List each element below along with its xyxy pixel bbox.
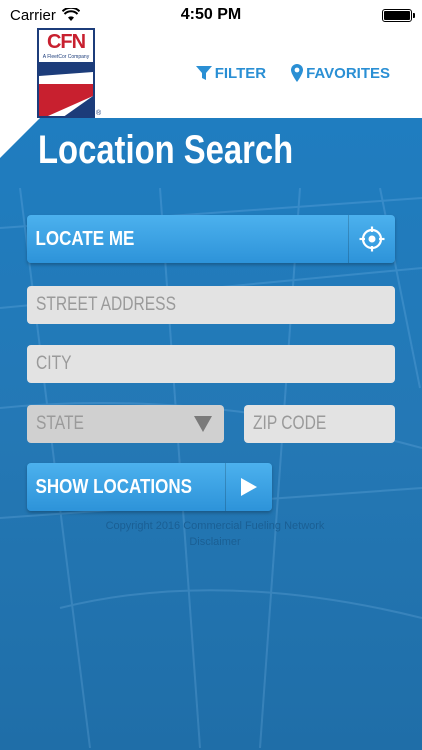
status-bar: Carrier 4:50 PM [0, 0, 422, 30]
state-select[interactable]: STATE [27, 405, 224, 443]
locate-me-button[interactable]: LOCATE ME [27, 215, 395, 263]
copyright-text: Copyright 2016 Commercial Fueling Networ… [105, 520, 325, 532]
carrier-label: Carrier [10, 6, 56, 24]
wifi-icon [61, 8, 80, 21]
header-corner [0, 118, 40, 158]
disclaimer-link[interactable]: Disclaimer [80, 534, 350, 550]
dropdown-arrow-icon [194, 416, 212, 432]
show-locations-label: SHOW LOCATIONS [35, 475, 192, 498]
zip-code-input[interactable]: ZIP CODE [244, 405, 395, 443]
filter-label: FILTER [214, 64, 267, 82]
crosshair-icon [359, 226, 385, 252]
location-pin-icon [291, 64, 304, 82]
filter-icon [195, 66, 212, 80]
filter-button[interactable]: FILTER [195, 63, 266, 83]
state-placeholder: STATE [36, 413, 84, 434]
logo-text: CFN [46, 31, 86, 53]
favorites-button[interactable]: FAVORITES [290, 63, 390, 83]
copyright-footer: Copyright 2016 Commercial Fueling Networ… [80, 518, 350, 550]
cfn-logo[interactable]: CFN A FleetCor Company [37, 28, 95, 118]
play-arrow-icon [241, 478, 257, 496]
header: CFN A FleetCor Company ® FILTER FAVORITE… [0, 28, 422, 118]
show-locations-button[interactable]: SHOW LOCATIONS [27, 463, 272, 511]
locate-icon-wrap [349, 215, 395, 263]
city-placeholder: CITY [36, 353, 72, 374]
city-input[interactable]: CITY [27, 345, 395, 383]
logo-stripes-icon [39, 62, 93, 116]
page-title: Location Search [38, 128, 294, 172]
street-address-placeholder: STREET ADDRESS [36, 294, 176, 315]
zip-code-placeholder: ZIP CODE [253, 413, 327, 434]
favorites-label: FAVORITES [306, 64, 390, 82]
locate-me-label: LOCATE ME [35, 227, 135, 250]
street-address-input[interactable]: STREET ADDRESS [27, 286, 395, 324]
header-actions: FILTER FAVORITES [195, 63, 390, 83]
logo-subtext: A FleetCor Company [42, 54, 90, 60]
battery-icon [382, 8, 415, 22]
show-icon-wrap [226, 463, 272, 511]
registered-mark: ® [96, 110, 102, 117]
status-left: Carrier [10, 7, 80, 24]
